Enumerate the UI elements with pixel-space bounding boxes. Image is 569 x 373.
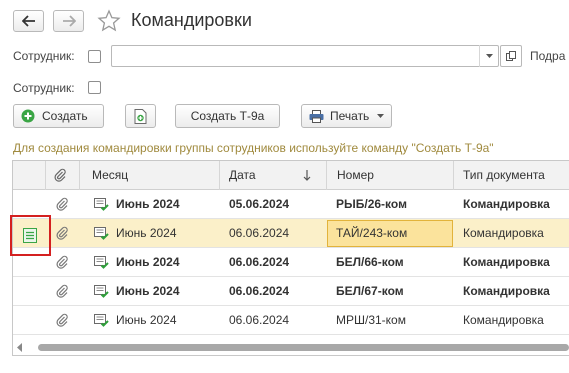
forward-button[interactable] (53, 10, 84, 32)
page-title: Командировки (131, 10, 252, 30)
cell-number[interactable]: РЫБ/26-ком (336, 190, 451, 218)
table-row[interactable]: Июнь 2024 06.06.2024 БЕЛ/67-ком Командировк… (13, 277, 569, 306)
document-posted-icon (23, 228, 37, 243)
table-row[interactable]: Июнь 2024 05.06.2024 РЫБ/26-ком Командировк… (13, 190, 569, 219)
column-header-number[interactable]: Номер (337, 161, 447, 189)
attachment-icon (56, 190, 76, 218)
create-t9a-label: Создать Т-9а (190, 109, 265, 123)
table-row[interactable]: Июнь 2024 06.06.2024 БЕЛ/66-ком Командировк… (13, 248, 569, 277)
back-button[interactable] (13, 10, 44, 32)
table-row[interactable]: Июнь 2024 06.06.2024 МРШ/31-ком Командировк… (13, 306, 569, 335)
printer-icon (309, 109, 324, 123)
document-posted-icon (94, 190, 110, 218)
column-header-month[interactable]: Месяц (92, 161, 212, 189)
table-row[interactable]: Июнь 2024 06.06.2024 ТАЙ/243-ком Командиров… (13, 219, 569, 248)
employee-dropdown-button[interactable] (479, 45, 499, 67)
employee-filter-checkbox-2[interactable] (88, 81, 101, 94)
paperclip-icon (56, 226, 68, 240)
scroll-left-icon[interactable] (17, 343, 23, 352)
table-header: Месяц Дата Номер Тип документа (13, 161, 569, 190)
cell-month: Июнь 2024 (116, 255, 180, 269)
arrow-left-icon (21, 15, 35, 27)
cell-month: Июнь 2024 (116, 197, 180, 211)
attachment-icon (56, 248, 76, 276)
cell-month: Июнь 2024 (116, 313, 177, 327)
copy-document-button[interactable] (125, 104, 156, 128)
cell-date: 06.06.2024 (229, 226, 290, 240)
paperclip-icon (56, 284, 68, 298)
column-header-doc-type[interactable]: Тип документа (463, 161, 569, 189)
document-posted-icon (94, 219, 110, 247)
create-button[interactable]: Создать (13, 104, 104, 128)
attachment-icon (56, 219, 76, 247)
paperclip-icon (54, 168, 66, 182)
document-posted-icon (94, 248, 110, 276)
add-icon (21, 109, 35, 123)
documents-table: Месяц Дата Номер Тип документа Июнь 2024… (12, 160, 569, 356)
employee-filter-label-2: Сотрудник: (13, 81, 75, 95)
cell-date: 06.06.2024 (229, 284, 290, 298)
document-posted-icon (94, 306, 110, 334)
chevron-down-icon (377, 114, 385, 118)
cell-month: Июнь 2024 (116, 284, 180, 298)
create-button-label: Создать (42, 109, 88, 123)
paperclip-icon (56, 313, 68, 327)
cell-date: 06.06.2024 (229, 255, 290, 269)
copy-icon (506, 51, 516, 61)
print-button[interactable]: Печать (301, 104, 392, 128)
print-button-label: Печать (330, 109, 370, 123)
cell-number[interactable]: БЕЛ/66-ком (336, 248, 451, 276)
cell-doc-type: Командировка (463, 284, 550, 298)
cell-doc-type: Командировка (463, 255, 550, 269)
column-header-date[interactable]: Дата (229, 161, 289, 189)
department-filter-label: Подра (530, 49, 566, 63)
paperclip-icon (56, 255, 68, 269)
document-add-icon (134, 108, 147, 124)
arrow-right-icon (62, 15, 76, 27)
hint-text: Для создания командировки группы сотрудн… (13, 141, 494, 155)
chevron-down-icon (486, 54, 493, 58)
attachment-icon (56, 306, 76, 334)
cell-doc-type: Командировка (463, 197, 550, 211)
cell-date: 05.06.2024 (229, 197, 290, 211)
sort-down-icon (303, 161, 317, 189)
employee-filter-checkbox[interactable] (88, 50, 101, 63)
employee-filter-label: Сотрудник: (13, 49, 75, 63)
create-t9a-button[interactable]: Создать Т-9а (175, 104, 280, 128)
document-posted-icon (94, 277, 110, 305)
cell-date: 06.06.2024 (229, 313, 290, 327)
cell-month: Июнь 2024 (116, 226, 177, 240)
cell-number[interactable]: ТАЙ/243-ком (336, 219, 451, 247)
attachment-icon (56, 277, 76, 305)
paperclip-icon (56, 197, 68, 211)
attachment-column-icon[interactable] (54, 161, 76, 189)
cell-doc-type: Командировка (463, 226, 544, 240)
employee-open-button[interactable] (500, 45, 522, 67)
employee-filter-input[interactable] (111, 45, 499, 67)
cell-number[interactable]: БЕЛ/67-ком (336, 277, 451, 305)
favorite-star-icon[interactable] (97, 9, 121, 33)
cell-doc-type: Командировка (463, 313, 544, 327)
horizontal-scrollbar[interactable] (38, 344, 569, 351)
cell-number[interactable]: МРШ/31-ком (336, 306, 451, 334)
